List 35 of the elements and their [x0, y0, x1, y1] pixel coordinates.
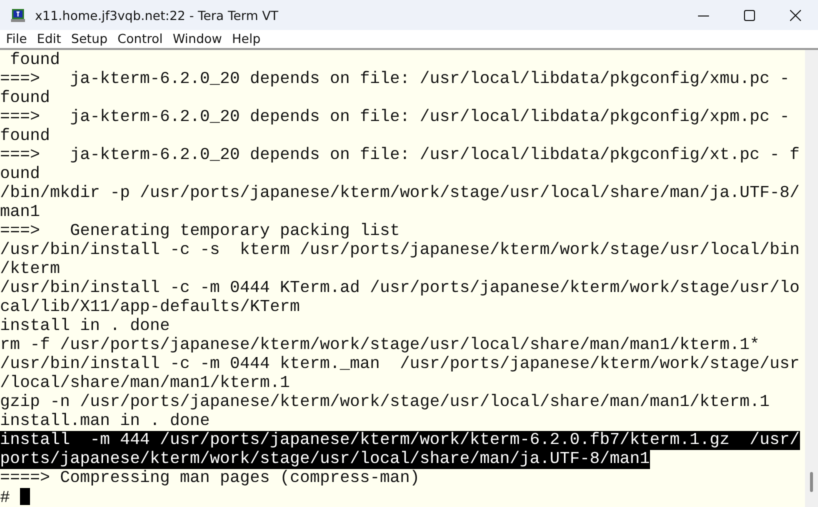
terminal-line: found [8, 51, 60, 70]
terminal-line: ===> ja-kterm-6.2.0_20 depends on file: /usr/local/libdata/pkgconfig/xpm.pc - [0, 108, 790, 127]
close-icon [790, 10, 800, 20]
menu-item[interactable]: Window [168, 30, 228, 48]
terminal-line: cal/lib/X11/app-defaults/KTerm [0, 298, 300, 317]
terminal-line: ound [0, 165, 40, 184]
terminal-line: /bin/mkdir -p /usr/ports/japanese/kterm/work/stage/usr/local/share/man/ja.UTF-8/ [0, 184, 800, 203]
terminal-line: ===> ja-kterm-6.2.0_20 depends on file: /usr/local/libdata/pkgconfig/xt.pc - f [0, 146, 800, 165]
scrollbar-thumb[interactable] [810, 472, 813, 492]
terminal-line: ===> Generating temporary packing list [0, 222, 400, 241]
maximize-icon [744, 10, 754, 20]
terminal-line: found [0, 127, 50, 146]
terminal-line: gzip -n /usr/ports/japanese/kterm/work/stage/usr/local/share/man/man1/kterm.1 [0, 393, 770, 412]
terminal-line: rm -f /usr/ports/japanese/kterm/work/stage/usr/local/share/man/man1/kterm.1* [0, 336, 760, 355]
terminal-line: /local/share/man/man1/kterm.1 [0, 374, 290, 393]
menu-item[interactable]: Edit [32, 30, 66, 48]
terminal-line: install.man in . done [0, 412, 210, 431]
text-cursor [20, 488, 30, 505]
menu-item[interactable]: File [1, 30, 32, 48]
shell-prompt: # [0, 489, 10, 507]
window-title: x11.home.jf3vqb.net:22 - Tera Term VT [35, 8, 280, 22]
terminal-icon [11, 8, 25, 22]
terminal-line: found [0, 89, 50, 108]
terminal-line: man1 [0, 203, 40, 222]
terminal-line: /kterm [0, 260, 60, 279]
terminal-line: ====> Compressing man pages (compress-man) [0, 469, 420, 488]
terminal-line: install in . done [0, 317, 170, 336]
menu-item[interactable]: Setup [66, 30, 113, 48]
terminal-line: /usr/bin/install -c -m 0444 KTerm.ad /usr/ports/japanese/kterm/work/stage/usr/lo [0, 279, 800, 298]
scrollbar[interactable] [805, 50, 818, 507]
terminal-line: /usr/bin/install -c -m 0444 kterm._man /usr/ports/japanese/kterm/work/stage/usr [0, 355, 800, 374]
terminal-line: ===> ja-kterm-6.2.0_20 depends on file: /usr/local/libdata/pkgconfig/xmu.pc - [0, 70, 790, 89]
terminal-line: /usr/bin/install -c -s kterm /usr/ports/japanese/kterm/work/stage/usr/local/bin [0, 241, 800, 260]
menu-item[interactable]: Control [112, 30, 168, 48]
menu-item[interactable]: Help [227, 30, 266, 48]
